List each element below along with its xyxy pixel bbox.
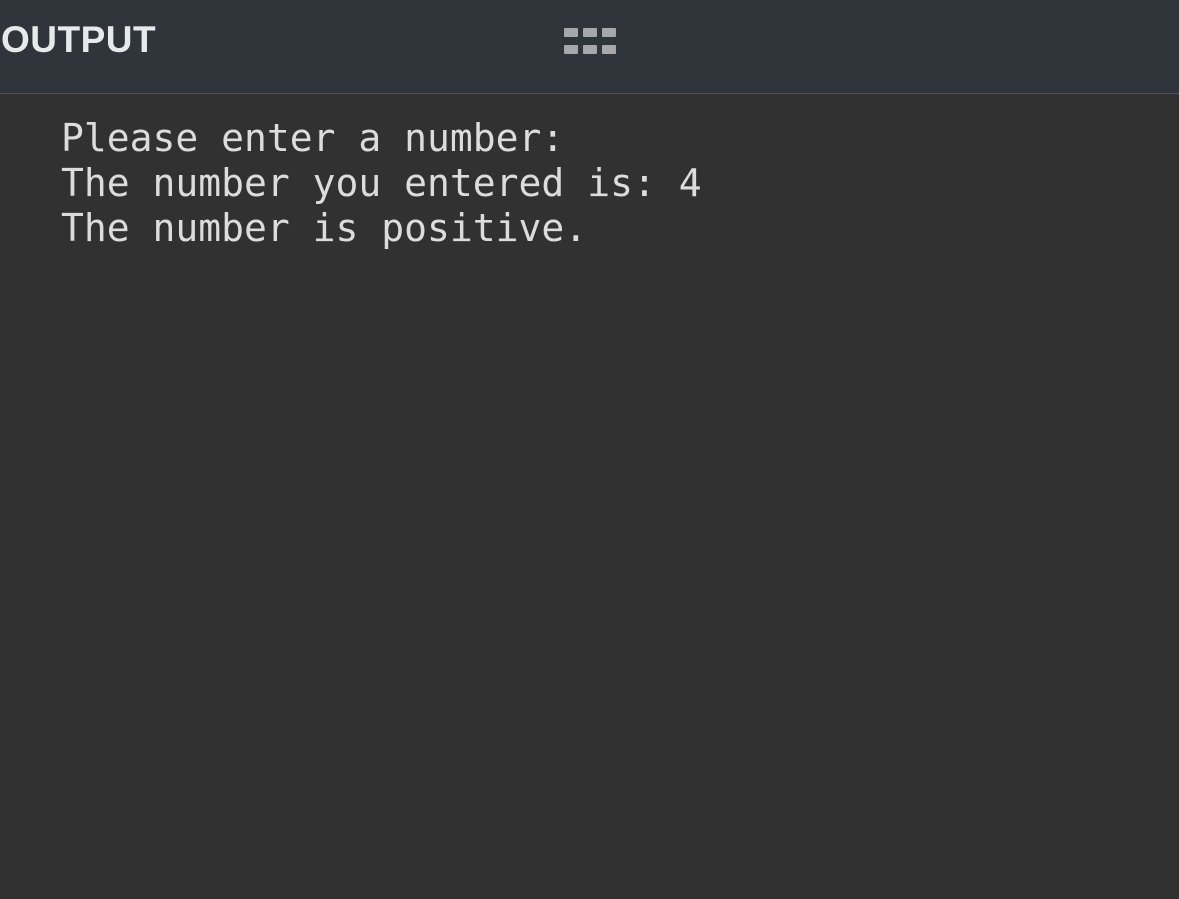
grip-dot bbox=[583, 28, 597, 37]
panel-header: OUTPUT bbox=[0, 0, 1179, 94]
grip-dot bbox=[564, 45, 578, 54]
output-panel: OUTPUT Please enter a number: The number… bbox=[0, 0, 1179, 899]
output-line: The number is positive. bbox=[61, 206, 588, 250]
grip-dot bbox=[583, 45, 597, 54]
output-content: Please enter a number: The number you en… bbox=[61, 116, 1141, 251]
panel-title: OUTPUT bbox=[1, 19, 157, 60]
output-line: The number you entered is: 4 bbox=[61, 161, 702, 205]
grip-dot bbox=[564, 28, 578, 37]
grip-dot bbox=[602, 28, 616, 37]
grip-icon[interactable] bbox=[564, 28, 616, 54]
grip-dot bbox=[602, 45, 616, 54]
output-line: Please enter a number: bbox=[61, 116, 565, 160]
